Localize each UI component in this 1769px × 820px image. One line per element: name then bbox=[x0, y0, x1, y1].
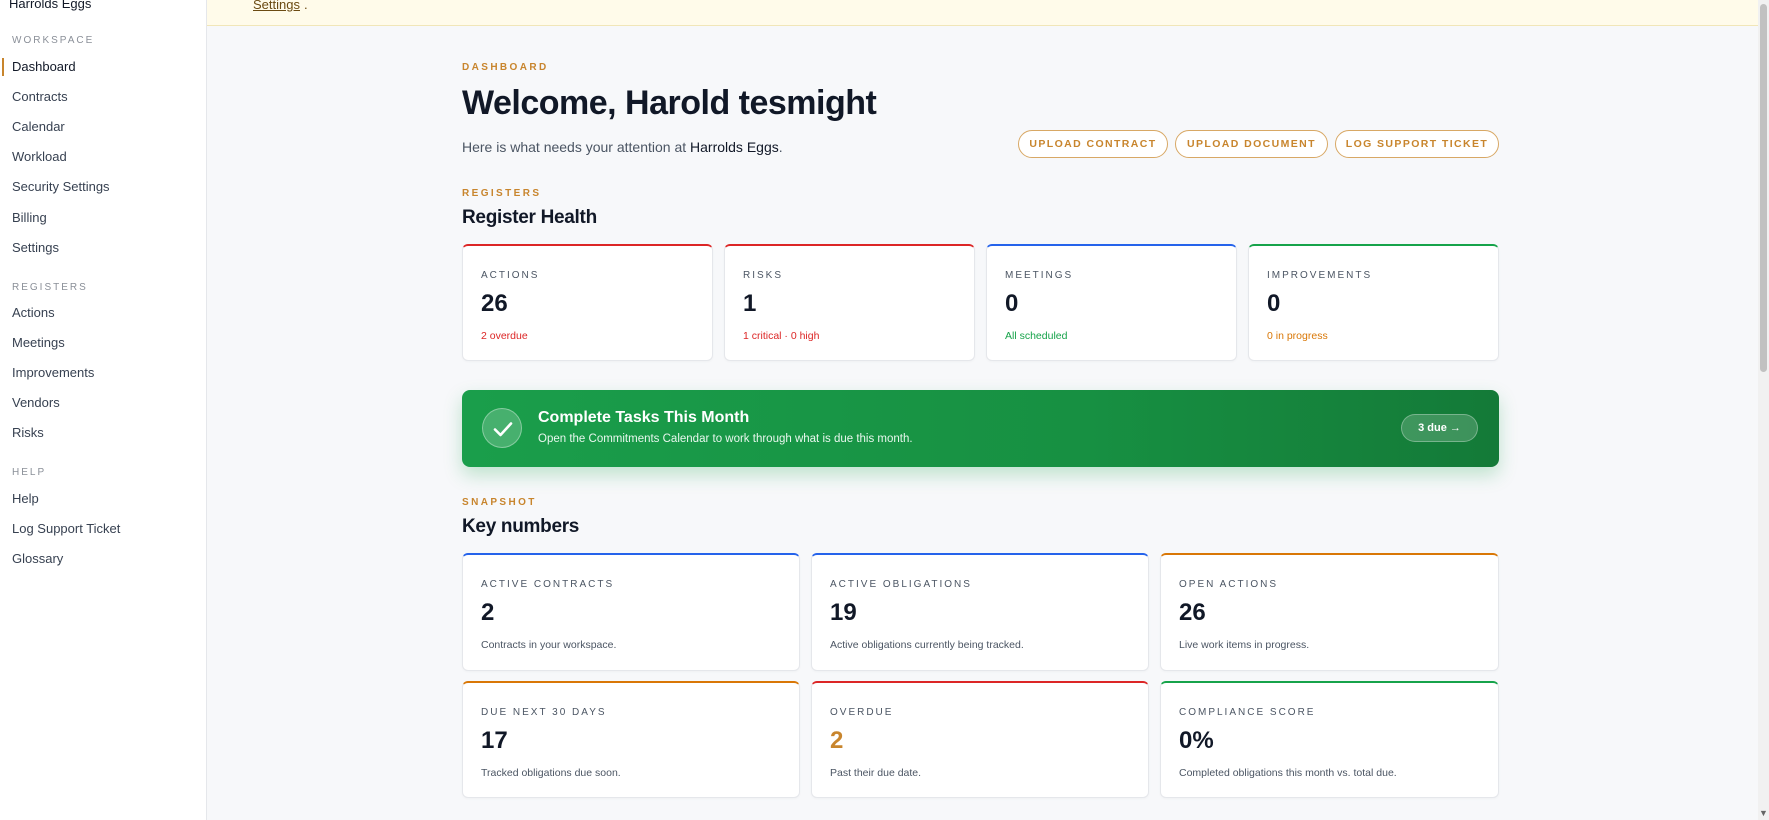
snapshot-card-open-actions[interactable]: OPEN ACTIONS 26 Live work items in progr… bbox=[1160, 553, 1499, 671]
card-label: ACTIONS bbox=[481, 270, 540, 281]
page-eyebrow: DASHBOARD bbox=[462, 62, 549, 73]
snapshot-card-due-next-30-days[interactable]: DUE NEXT 30 DAYS 17 Tracked obligations … bbox=[462, 681, 800, 798]
card-label: COMPLIANCE SCORE bbox=[1179, 707, 1316, 718]
card-description: Completed obligations this month vs. tot… bbox=[1179, 767, 1397, 779]
sidebar-section-registers: REGISTERS bbox=[12, 282, 88, 293]
banner-settings-link[interactable]: Settings bbox=[253, 0, 300, 12]
card-label: MEETINGS bbox=[1005, 270, 1074, 281]
card-value: 2 bbox=[481, 599, 495, 626]
sidebar-item-glossary[interactable]: Glossary bbox=[0, 547, 206, 571]
sidebar-item-vendors[interactable]: Vendors bbox=[0, 391, 206, 415]
snapshot-card-compliance-score[interactable]: COMPLIANCE SCORE 0% Completed obligation… bbox=[1160, 681, 1499, 798]
sidebar-item-contracts[interactable]: Contracts bbox=[0, 85, 206, 109]
sidebar-item-risks[interactable]: Risks bbox=[0, 421, 206, 445]
card-value: 1 bbox=[743, 290, 757, 317]
card-status: 1 critical · 0 high bbox=[743, 330, 820, 342]
card-value: 19 bbox=[830, 599, 857, 626]
card-description: Active obligations currently being track… bbox=[830, 639, 1024, 651]
sidebar-item-settings[interactable]: Settings bbox=[0, 236, 206, 260]
snapshot-card-active-contracts[interactable]: ACTIVE CONTRACTS 2 Contracts in your wor… bbox=[462, 553, 800, 671]
card-value: 0% bbox=[1179, 727, 1214, 754]
sidebar-item-actions[interactable]: Actions bbox=[0, 301, 206, 325]
card-label: ACTIVE OBLIGATIONS bbox=[830, 579, 972, 590]
page-scrollbar[interactable]: ▼ bbox=[1758, 0, 1769, 820]
snapshot-eyebrow: SNAPSHOT bbox=[462, 497, 537, 508]
sidebar-item-dashboard[interactable]: Dashboard bbox=[0, 55, 206, 79]
upload-document-button[interactable]: UPLOAD DOCUMENT bbox=[1175, 130, 1328, 158]
card-label: RISKS bbox=[743, 270, 784, 281]
card-value: 0 bbox=[1005, 290, 1019, 317]
card-value: 0 bbox=[1267, 290, 1281, 317]
upload-contract-button[interactable]: UPLOAD CONTRACT bbox=[1018, 130, 1168, 158]
sidebar-section-help: HELP bbox=[12, 467, 47, 478]
subtitle-suffix: . bbox=[778, 139, 783, 155]
sidebar-item-security-settings[interactable]: Security Settings bbox=[0, 175, 206, 199]
company-name: Harrolds Eggs bbox=[690, 139, 779, 155]
card-value: 2 bbox=[830, 727, 844, 754]
check-icon bbox=[482, 408, 522, 448]
sidebar-item-billing[interactable]: Billing bbox=[0, 206, 206, 230]
complete-tasks-banner[interactable]: Complete Tasks This Month Open the Commi… bbox=[462, 390, 1499, 467]
sidebar-item-calendar[interactable]: Calendar bbox=[0, 115, 206, 139]
sidebar-item-log-support-ticket[interactable]: Log Support Ticket bbox=[0, 517, 206, 541]
card-label: DUE NEXT 30 DAYS bbox=[481, 707, 607, 718]
sidebar-item-help[interactable]: Help bbox=[0, 487, 206, 511]
card-value: 17 bbox=[481, 727, 508, 754]
scroll-down-arrow-icon[interactable]: ▼ bbox=[1759, 808, 1768, 818]
registers-title: Register Health bbox=[462, 207, 597, 228]
card-label: ACTIVE CONTRACTS bbox=[481, 579, 615, 590]
card-label: OPEN ACTIONS bbox=[1179, 579, 1279, 590]
register-card-risks[interactable]: RISKS 1 1 critical · 0 high bbox=[724, 244, 975, 361]
card-description: Live work items in progress. bbox=[1179, 639, 1310, 651]
sidebar: Harrolds Eggs WORKSPACE Dashboard Contra… bbox=[0, 0, 207, 820]
sidebar-section-workspace: WORKSPACE bbox=[12, 35, 95, 46]
register-card-actions[interactable]: ACTIONS 26 2 overdue bbox=[462, 244, 713, 361]
sidebar-item-improvements[interactable]: Improvements bbox=[0, 361, 206, 385]
promo-title: Complete Tasks This Month bbox=[538, 409, 750, 426]
snapshot-title: Key numbers bbox=[462, 516, 580, 537]
card-status: 0 in progress bbox=[1267, 330, 1328, 342]
brand-name[interactable]: Harrolds Eggs bbox=[9, 0, 91, 11]
snapshot-card-active-obligations[interactable]: ACTIVE OBLIGATIONS 19 Active obligations… bbox=[811, 553, 1149, 671]
banner-punctuation: . bbox=[304, 0, 308, 12]
card-description: Tracked obligations due soon. bbox=[481, 767, 621, 779]
scrollbar-thumb[interactable] bbox=[1760, 4, 1767, 372]
subtitle-prefix: Here is what needs your attention at bbox=[462, 139, 691, 155]
card-label: OVERDUE bbox=[830, 707, 894, 718]
page-subtitle: Here is what needs your attention at Har… bbox=[462, 139, 783, 155]
card-status: 2 overdue bbox=[481, 330, 528, 342]
card-status: All scheduled bbox=[1005, 330, 1068, 342]
card-description: Past their due date. bbox=[830, 767, 922, 779]
register-card-meetings[interactable]: MEETINGS 0 All scheduled bbox=[986, 244, 1237, 361]
register-card-improvements[interactable]: IMPROVEMENTS 0 0 in progress bbox=[1248, 244, 1499, 361]
card-label: IMPROVEMENTS bbox=[1267, 270, 1373, 281]
page-title: Welcome, Harold tesmight bbox=[462, 84, 877, 122]
card-value: 26 bbox=[1179, 599, 1206, 626]
promo-description: Open the Commitments Calendar to work th… bbox=[538, 433, 913, 445]
sidebar-item-workload[interactable]: Workload bbox=[0, 145, 206, 169]
log-support-ticket-button[interactable]: LOG SUPPORT TICKET bbox=[1335, 130, 1499, 158]
notice-banner: Settings. bbox=[207, 0, 1758, 26]
card-value: 26 bbox=[481, 290, 508, 317]
due-count-button[interactable]: 3 due → bbox=[1401, 414, 1478, 442]
sidebar-item-meetings[interactable]: Meetings bbox=[0, 331, 206, 355]
registers-eyebrow: REGISTERS bbox=[462, 188, 542, 199]
card-description: Contracts in your workspace. bbox=[481, 639, 617, 651]
snapshot-card-overdue[interactable]: OVERDUE 2 Past their due date. bbox=[811, 681, 1149, 798]
